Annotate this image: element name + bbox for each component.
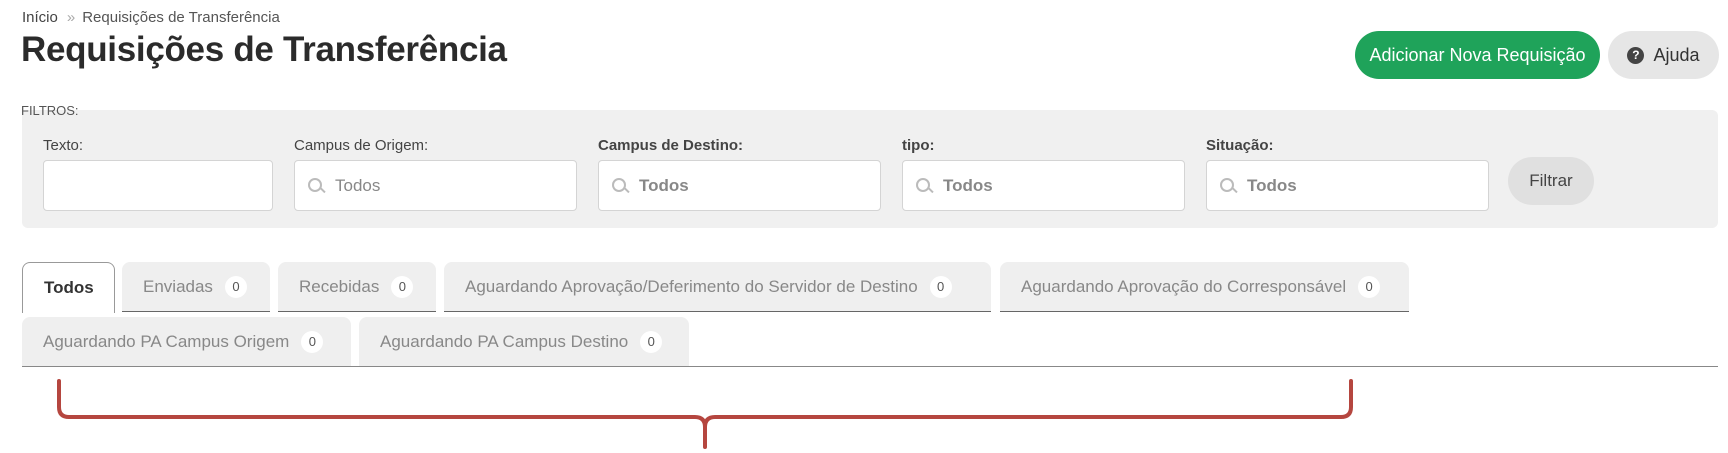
annotation-bracket [57, 379, 1353, 449]
